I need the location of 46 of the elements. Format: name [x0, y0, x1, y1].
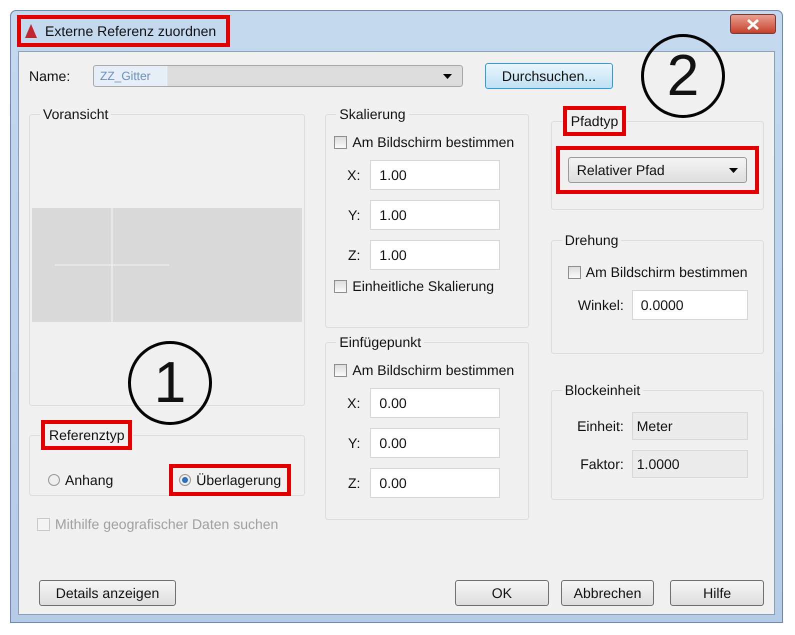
group-title: Voransicht: [42, 106, 110, 122]
group-title: Skalierung: [338, 106, 407, 122]
group-title: Referenztyp: [41, 420, 132, 450]
close-button[interactable]: [730, 14, 776, 34]
field-label: Einheit:: [576, 418, 625, 434]
on-screen-checkbox[interactable]: Am Bildschirm bestimmen: [334, 362, 520, 378]
caret-icon: [443, 74, 452, 78]
dialog-button[interactable]: OK: [455, 580, 549, 606]
annotation-circle: 1: [128, 341, 212, 425]
path-type-dropdown[interactable]: Relativer Pfad: [568, 157, 747, 183]
angle-field[interactable]: 0.0000: [632, 290, 748, 320]
close-icon: [747, 18, 759, 30]
group-title: Blockeinheit: [564, 382, 642, 398]
on-screen-checkbox[interactable]: Am Bildschirm bestimmen: [568, 264, 755, 280]
coordinate-field[interactable]: 0.00: [370, 468, 500, 498]
field-label: X:: [346, 167, 362, 183]
scale-field[interactable]: 1.00: [370, 200, 500, 230]
scale-field[interactable]: 1.00: [370, 160, 500, 190]
field-label: Z:: [346, 475, 362, 491]
field-label: Y:: [346, 435, 362, 451]
unit-value: Meter: [632, 412, 748, 440]
radio-option[interactable]: Anhang: [38, 464, 124, 496]
scale-field[interactable]: 1.00: [370, 240, 500, 270]
group-title: Drehung: [564, 232, 620, 248]
dialog-button[interactable]: Hilfe: [670, 580, 764, 606]
annotation-circle: 2: [641, 34, 725, 118]
browse-button[interactable]: Durchsuchen...: [485, 63, 613, 89]
window-title: Externe Referenz zuordnen: [45, 23, 216, 39]
coordinate-field[interactable]: 0.00: [370, 428, 500, 458]
field-label: Faktor:: [579, 456, 625, 472]
radio-option[interactable]: Überlagerung: [169, 464, 292, 496]
uniform-scaling-checkbox[interactable]: Einheitliche Skalierung: [334, 278, 520, 294]
caret-icon: [729, 168, 738, 172]
group-title: Pfadtyp: [562, 106, 626, 136]
dialog-button[interactable]: Abbrechen: [560, 580, 654, 606]
on-screen-checkbox[interactable]: Am Bildschirm bestimmen: [334, 134, 520, 150]
field-label: Winkel:: [576, 297, 625, 313]
factor-value: 1.0000: [632, 450, 748, 478]
coordinate-field[interactable]: 0.00: [370, 388, 500, 418]
field-label: Y:: [346, 207, 362, 223]
dialog-button[interactable]: Details anzeigen: [39, 580, 176, 606]
name-label: Name:: [29, 68, 72, 84]
field-label: X:: [346, 395, 362, 411]
group-title: Einfügepunkt: [338, 334, 422, 350]
field-label: Z:: [346, 247, 362, 263]
app-icon: [25, 24, 37, 38]
